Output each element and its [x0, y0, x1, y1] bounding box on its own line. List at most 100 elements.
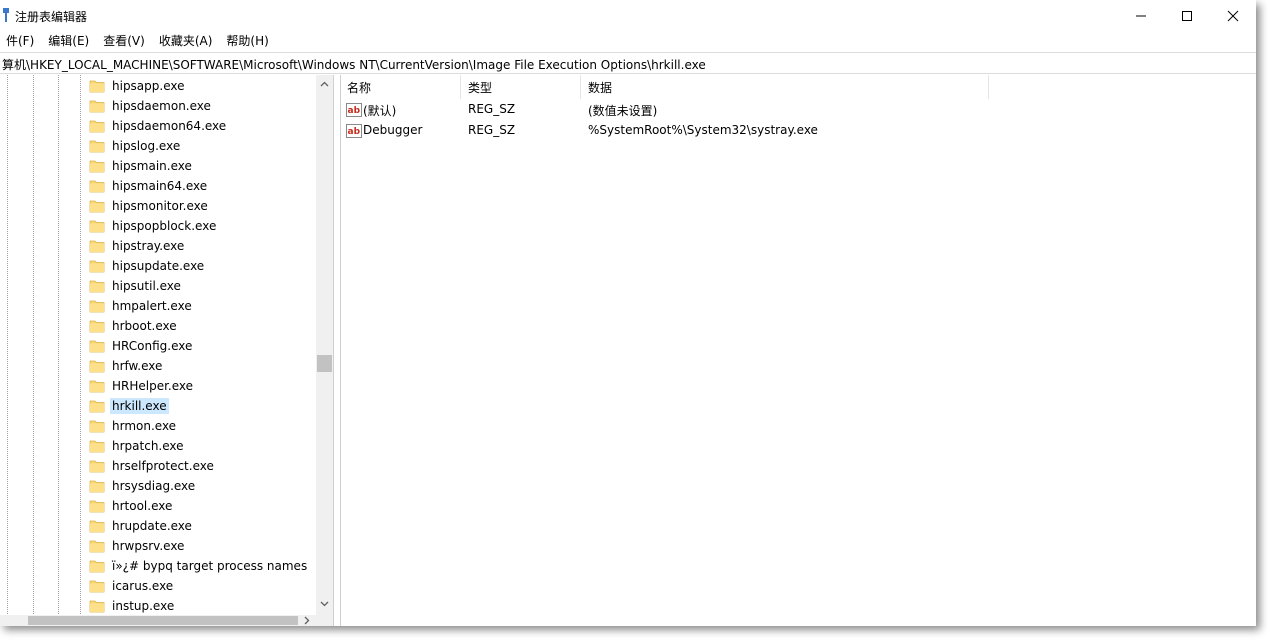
tree-item[interactable]: hipsupdate.exe — [84, 256, 206, 276]
minimize-button[interactable] — [1118, 0, 1164, 31]
tree-item-label: hrupdate.exe — [112, 519, 192, 533]
tree-item[interactable]: hipslog.exe — [84, 136, 182, 156]
tree-item-label: hipstray.exe — [112, 239, 185, 253]
tree-item-label: instup.exe — [112, 599, 175, 613]
title-bar[interactable]: 注册表编辑器 — [0, 0, 1256, 31]
folder-icon — [89, 480, 105, 493]
registry-editor-icon — [3, 8, 9, 22]
tree-item[interactable]: hipsmonitor.exe — [84, 196, 210, 216]
address-path[interactable]: 算机\HKEY_LOCAL_MACHINE\SOFTWARE\Microsoft… — [2, 56, 706, 73]
address-bar[interactable]: 算机\HKEY_LOCAL_MACHINE\SOFTWARE\Microsoft… — [0, 52, 1256, 74]
window-title: 注册表编辑器 — [15, 10, 88, 24]
scroll-right-button[interactable] — [300, 615, 314, 626]
folder-icon — [89, 80, 105, 93]
chevron-up-icon — [320, 81, 329, 86]
tree-horizontal-scroll-thumb[interactable] — [28, 616, 298, 625]
tree-item-label: ï»¿# bypq target process names — [112, 559, 308, 573]
maximize-button[interactable] — [1164, 0, 1210, 31]
folder-icon — [89, 100, 105, 113]
value-row[interactable]: ab (默认) REG_SZ (数值未设置) — [341, 99, 1041, 120]
tree-item[interactable]: hrsysdiag.exe — [84, 476, 197, 496]
key-tree-pane: hipsapp.exe hipsdaemon.exe hipsdaemon64.ex… — [0, 75, 334, 626]
folder-icon — [89, 160, 105, 173]
tree-item-label: hipsapp.exe — [112, 79, 185, 93]
tree-item-label: hrwpsrv.exe — [112, 539, 185, 553]
tree-item[interactable]: ï»¿# bypq target process names — [84, 556, 309, 576]
tree-item[interactable]: hrmon.exe — [84, 416, 178, 436]
tree-item-label: hipsmain.exe — [112, 159, 192, 173]
folder-icon — [89, 280, 105, 293]
tree-item[interactable]: hipsutil.exe — [84, 276, 183, 296]
tree-item-label: hrtool.exe — [112, 499, 173, 513]
folder-icon — [89, 600, 105, 613]
tree-item[interactable]: hipstray.exe — [84, 236, 186, 256]
tree-item-label: HRHelper.exe — [112, 379, 194, 393]
column-header-data[interactable]: 数据 — [581, 75, 989, 99]
tree-item-label: hipspopblock.exe — [112, 219, 217, 233]
menu-help[interactable]: 帮助(H) — [219, 31, 275, 51]
value-type: REG_SZ — [468, 123, 516, 137]
folder-icon — [89, 360, 105, 373]
tree-vertical-scrollbar[interactable] — [316, 75, 333, 615]
tree-item[interactable]: icarus.exe — [84, 576, 175, 596]
minimize-icon — [1136, 15, 1146, 16]
folder-icon — [89, 180, 105, 193]
tree-vertical-scroll-thumb[interactable] — [317, 355, 332, 372]
tree-item-label: hrmon.exe — [112, 419, 177, 433]
tree-item[interactable]: hrfw.exe — [84, 356, 164, 376]
tree-item[interactable]: hipsmain.exe — [84, 156, 194, 176]
tree-item[interactable]: hrboot.exe — [84, 316, 179, 336]
tree-item[interactable]: hmpalert.exe — [84, 296, 194, 316]
chevron-down-icon — [320, 601, 329, 606]
column-header-name[interactable]: 名称 — [341, 75, 461, 99]
menu-file[interactable]: 件(F) — [0, 31, 41, 51]
tree-item[interactable]: instup.exe — [84, 596, 176, 616]
folder-icon — [89, 500, 105, 513]
folder-icon — [89, 140, 105, 153]
value-data: (数值未设置) — [588, 104, 658, 118]
tree-item-label: hrboot.exe — [112, 319, 177, 333]
tree-connector-lines — [7, 75, 81, 615]
tree-item-label: hrselfprotect.exe — [112, 459, 214, 473]
column-header-type[interactable]: 类型 — [461, 75, 581, 99]
tree-horizontal-scrollbar[interactable] — [0, 615, 316, 626]
tree-item-label: hrpatch.exe — [112, 439, 184, 453]
tree-item-label: hipslog.exe — [112, 139, 181, 153]
tree-item[interactable]: hrkill.exe — [84, 396, 169, 416]
value-name: Debugger — [363, 123, 423, 137]
folder-icon — [89, 380, 105, 393]
menu-favorites[interactable]: 收藏夹(A) — [152, 31, 220, 51]
menu-view[interactable]: 查看(V) — [96, 31, 152, 51]
folder-icon — [89, 120, 105, 133]
value-row[interactable]: ab Debugger REG_SZ %SystemRoot%\System32… — [341, 120, 1041, 141]
tree-item[interactable]: hipsdaemon64.exe — [84, 116, 228, 136]
tree-item[interactable]: hipsmain64.exe — [84, 176, 209, 196]
tree-item[interactable]: hrtool.exe — [84, 496, 174, 516]
tree-item[interactable]: hipsapp.exe — [84, 76, 187, 96]
tree-item[interactable]: HRConfig.exe — [84, 336, 194, 356]
folder-icon — [89, 520, 105, 533]
tree-item-label: icarus.exe — [112, 579, 174, 593]
value-data: %SystemRoot%\System32\systray.exe — [588, 123, 818, 137]
tree-item-label: hipsdaemon.exe — [112, 99, 211, 113]
tree-item[interactable]: hrselfprotect.exe — [84, 456, 216, 476]
tree-item[interactable]: hrwpsrv.exe — [84, 536, 186, 556]
scroll-down-button[interactable] — [316, 595, 333, 612]
tree-item[interactable]: HRHelper.exe — [84, 376, 195, 396]
tree-item-label: hrfw.exe — [112, 359, 163, 373]
scrollbar-corner — [316, 615, 333, 626]
tree-item[interactable]: hipspopblock.exe — [84, 216, 218, 236]
tree-item[interactable]: hipsdaemon.exe — [84, 96, 213, 116]
tree-item-label: hipsutil.exe — [112, 279, 181, 293]
folder-icon — [89, 340, 105, 353]
folder-icon — [89, 400, 105, 413]
menu-edit[interactable]: 编辑(E) — [41, 31, 96, 51]
tree-item[interactable]: hrupdate.exe — [84, 516, 194, 536]
folder-icon — [89, 260, 105, 273]
close-button[interactable] — [1210, 0, 1256, 31]
tree-item-label: hipsmain64.exe — [112, 179, 208, 193]
svg-text:ab: ab — [348, 127, 361, 137]
tree-item[interactable]: hrpatch.exe — [84, 436, 186, 456]
tree-item-label: hrkill.exe — [110, 398, 169, 414]
scroll-up-button[interactable] — [316, 75, 333, 92]
